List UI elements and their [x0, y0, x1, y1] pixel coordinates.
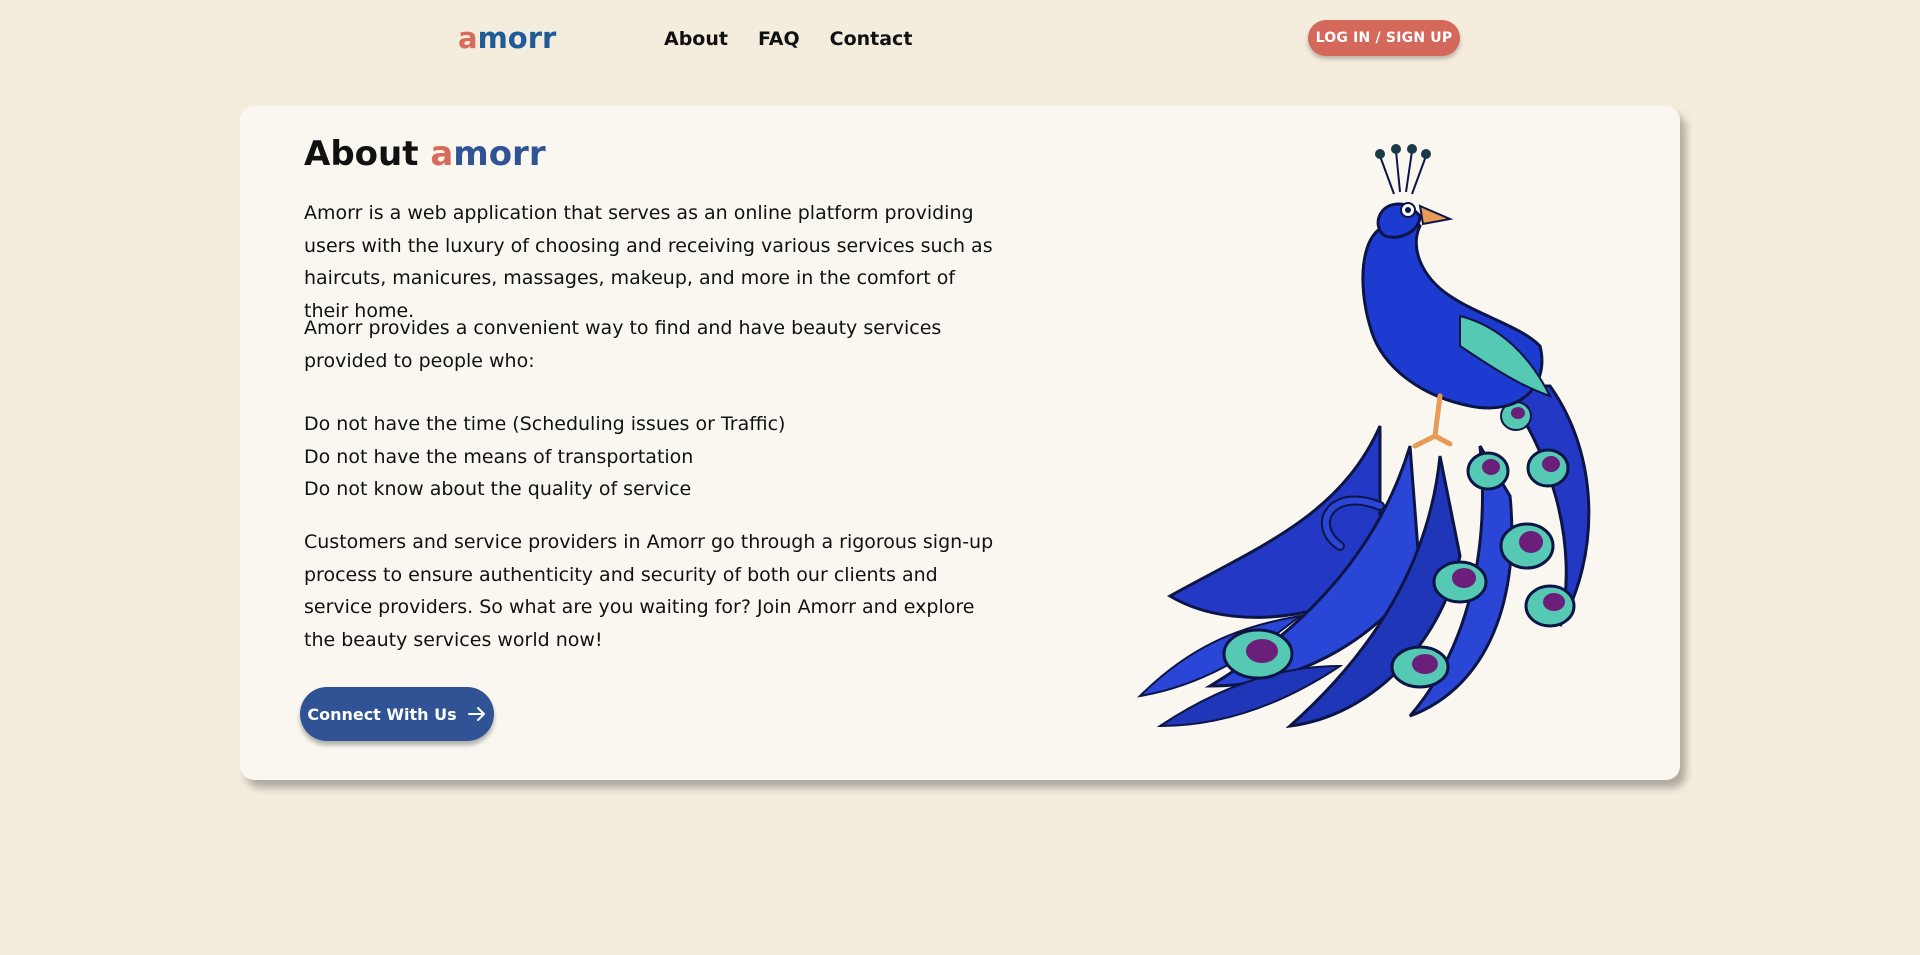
logo-letter-a: a — [458, 21, 478, 55]
list-item: Do not have the means of transportation — [304, 445, 694, 468]
top-navbar: amorr About FAQ Contact LOG IN / SIGN UP — [0, 0, 1920, 78]
title-brand-a: a — [430, 134, 454, 174]
amorr-logo[interactable]: amorr — [458, 20, 556, 56]
about-card: About amorr Amorr is a web application t… — [240, 106, 1680, 780]
about-paragraph-1: Amorr is a web application that serves a… — [304, 202, 993, 322]
peacock-illustration — [1137, 144, 1591, 729]
main-nav: About FAQ Contact — [664, 26, 942, 52]
list-item: Do not know about the quality of service — [304, 478, 692, 500]
reasons-list: Do not have the time (Scheduling issues … — [304, 408, 785, 506]
nav-link-faq[interactable]: FAQ — [758, 26, 800, 52]
login-signup-button[interactable]: LOG IN / SIGN UP — [1308, 20, 1460, 56]
peacock-tail — [1137, 384, 1591, 729]
about-paragraph-2: Amorr provides a convenient way to find … — [304, 317, 942, 372]
logo-text: morr — [477, 21, 557, 55]
about-paragraph-3: Customers and service providers in Amorr… — [304, 531, 994, 651]
title-prefix: About — [304, 134, 419, 174]
title-brand-rest: morr — [453, 134, 546, 174]
list-item: Do not have the time (Scheduling issues … — [304, 413, 786, 435]
connect-with-us-button[interactable]: Connect With Us — [300, 687, 494, 741]
cta-label: Connect With Us — [307, 704, 457, 724]
peacock-body — [1361, 144, 1552, 449]
nav-link-contact[interactable]: Contact — [830, 26, 913, 52]
page-title: About amorr — [304, 132, 546, 176]
nav-link-about[interactable]: About — [664, 26, 728, 52]
arrow-right-icon — [467, 707, 485, 721]
